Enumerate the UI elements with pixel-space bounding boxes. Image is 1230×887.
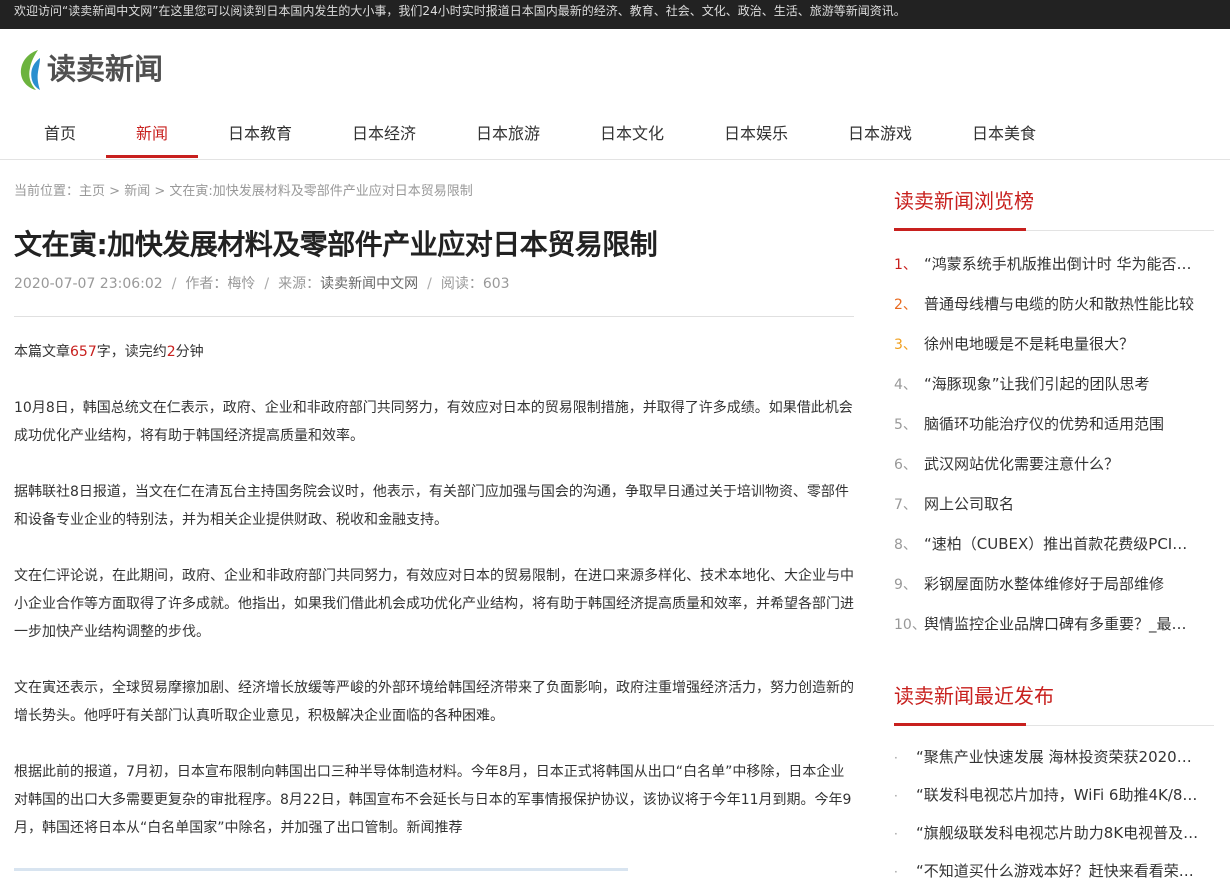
rank-number: 4、 <box>894 377 917 393</box>
read-minutes: 2 <box>166 344 176 360</box>
ranking-item[interactable]: 3、 徐州电地暖是不是耗电量很大？ <box>894 332 1214 356</box>
article-source[interactable]: 读卖新闻中文网 <box>320 276 418 292</box>
meta-separator: / <box>264 276 270 292</box>
stats-text: 分钟 <box>175 344 204 360</box>
bullet-icon: · <box>894 827 898 841</box>
article-paragraph: 据韩联社8日报道，当文在仁在清瓦台主持国务院会议时，他表示，有关部门应加强与国会… <box>14 484 849 528</box>
ranking-item-title[interactable]: 普通母线槽与电缆的防火和散热性能比较 <box>924 292 1214 316</box>
welcome-text: 欢迎访问“读卖新闻中文网”在这里您可以阅读到日本国内发生的大小事，我们24小时实… <box>14 4 906 18</box>
ranking-item[interactable]: 1、 “鸿蒙系统手机版推出倒计时 华为能否… <box>894 252 1214 276</box>
breadcrumb-home-link[interactable]: 主页 <box>79 184 105 199</box>
logo-leaf-icon <box>20 50 40 90</box>
welcome-bar: 欢迎访问“读卖新闻中文网”在这里您可以阅读到日本国内发生的大小事，我们24小时实… <box>0 0 1230 29</box>
recent-item-title[interactable]: “聚焦产业快速发展 海林投资荣获2020… <box>916 745 1212 769</box>
rank-number: 6、 <box>894 457 917 473</box>
breadcrumb-prefix: 当前位置： <box>14 184 80 199</box>
ranking-item-title[interactable]: 脑循环功能治疗仪的优势和适用范围 <box>924 412 1214 436</box>
article-paragraph: 文在仁评论说，在此期间，政府、企业和非政府部门共同努力，有效应对日本的贸易限制，… <box>14 568 854 640</box>
reading-stats: 本篇文章657字，读完约2分钟 <box>14 338 856 366</box>
ranking-item[interactable]: 5、 脑循环功能治疗仪的优势和适用范围 <box>894 412 1214 436</box>
bullet-icon: · <box>894 751 898 765</box>
nav-item-travel[interactable]: 日本旅游 <box>476 110 540 159</box>
recent-item-title[interactable]: “联发科电视芯片加持，WiFi 6助推4K/8… <box>916 783 1212 807</box>
rank-number: 5、 <box>894 417 917 433</box>
ranking-item-title[interactable]: “速柏（CUBEX）推出首款花费级PCI… <box>924 532 1214 556</box>
recent-item-title[interactable]: “旗舰级联发科电视芯片助力8K电视普及… <box>916 821 1212 845</box>
ranking-item-title[interactable]: 网上公司取名 <box>924 492 1214 516</box>
ranking-item[interactable]: 8、 “速柏（CUBEX）推出首款花费级PCI… <box>894 532 1214 556</box>
article-paragraph: 文在寅还表示，全球贸易摩擦加剧、经济增长放缓等严峻的外部环境给韩国经济带来了负面… <box>14 680 854 724</box>
recent-heading: 读卖新闻最近发布 <box>894 684 1054 708</box>
rank-number: 1、 <box>894 257 917 273</box>
breadcrumb-separator: > <box>150 184 170 199</box>
ranking-item[interactable]: 7、 网上公司取名 <box>894 492 1214 516</box>
recent-heading-accent <box>894 723 1026 726</box>
recent-item[interactable]: · “联发科电视芯片加持，WiFi 6助推4K/8… <box>894 783 1214 807</box>
recent-item[interactable]: · “不知道买什么游戏本好？赶快来看看荣… <box>894 859 1214 883</box>
logo-text: 读卖新闻 <box>47 52 164 86</box>
nav-item-economy[interactable]: 日本经济 <box>352 110 416 159</box>
article-body: 本篇文章657字，读完约2分钟 10月8日，韩国总统文在仁表示，政府、企业和非政… <box>14 338 856 870</box>
article-author: 作者：梅怜 <box>185 276 256 292</box>
rank-number: 10、 <box>894 617 926 633</box>
word-count: 657 <box>70 344 97 360</box>
ranking-item-title[interactable]: “鸿蒙系统手机版推出倒计时 华为能否… <box>924 252 1214 276</box>
bullet-icon: · <box>894 789 898 803</box>
article-source-label: 来源： <box>278 276 321 292</box>
recent-item-title[interactable]: “不知道买什么游戏本好？赶快来看看荣… <box>916 859 1212 883</box>
article-title: 文在寅:加快发展材料及零部件产业应对日本贸易限制 <box>14 228 658 261</box>
ranking-item[interactable]: 4、 “海豚现象”让我们引起的团队思考 <box>894 372 1214 396</box>
ranking-heading-accent <box>894 228 1026 231</box>
nav-item-home[interactable]: 首页 <box>44 110 76 159</box>
rank-number: 2、 <box>894 297 917 313</box>
breadcrumb-separator: > <box>105 184 125 199</box>
nav-item-news[interactable]: 新闻 <box>106 110 198 159</box>
article-date: 2020-07-07 23:06:02 <box>14 276 163 292</box>
rank-number: 8、 <box>894 537 917 553</box>
site-logo[interactable]: 读卖新闻 <box>18 48 168 92</box>
ranking-item-title[interactable]: 徐州电地暖是不是耗电量很大？ <box>924 332 1214 356</box>
nav-active-indicator <box>106 155 198 158</box>
breadcrumb-section-link[interactable]: 新闻 <box>124 184 150 199</box>
article-reads: 阅读：603 <box>440 276 510 292</box>
breadcrumb-current: 文在寅:加快发展材料及零部件产业应对日本贸易限制 <box>169 184 473 199</box>
main-nav: 首页 新闻 日本教育 日本经济 日本旅游 日本文化 日本娱乐 日本游戏 日本美食 <box>0 110 1230 160</box>
content-bottom-divider <box>14 868 628 871</box>
nav-item-games[interactable]: 日本游戏 <box>848 110 912 159</box>
nav-item-culture[interactable]: 日本文化 <box>600 110 664 159</box>
article-meta: 2020-07-07 23:06:02 / 作者：梅怜 / 来源：读卖新闻中文网 / 阅读：… <box>14 276 510 292</box>
article-paragraph: 根据此前的报道，7月初，日本宣布限制向韩国出口三种半导体制造材料。今年8月，日本… <box>14 764 852 836</box>
bullet-icon: · <box>894 865 898 879</box>
recent-item[interactable]: · “旗舰级联发科电视芯片助力8K电视普及… <box>894 821 1214 845</box>
stats-text: 字，读完约 <box>96 344 167 360</box>
article-divider <box>14 316 854 317</box>
ranking-item[interactable]: 2、 普通母线槽与电缆的防火和散热性能比较 <box>894 292 1214 316</box>
breadcrumb: 当前位置：主页 > 新闻 > 文在寅:加快发展材料及零部件产业应对日本贸易限制 <box>14 184 473 200</box>
ranking-item-title[interactable]: “海豚现象”让我们引起的团队思考 <box>924 372 1214 396</box>
recent-item[interactable]: · “聚焦产业快速发展 海林投资荣获2020… <box>894 745 1214 769</box>
article-paragraph: 10月8日，韩国总统文在仁表示，政府、企业和非政府部门共同努力，有效应对日本的贸… <box>14 400 853 444</box>
ranking-item-title[interactable]: 舆情监控企业品牌口碑有多重要？_最… <box>924 612 1214 636</box>
ranking-item[interactable]: 6、 武汉网站优化需要注意什么？ <box>894 452 1214 476</box>
rank-number: 7、 <box>894 497 917 513</box>
stats-text: 本篇文章 <box>14 344 70 360</box>
ranking-item[interactable]: 9、 彩钢屋面防水整体维修好于局部维修 <box>894 572 1214 596</box>
meta-separator: / <box>427 276 432 292</box>
nav-item-entertainment[interactable]: 日本娱乐 <box>724 110 788 159</box>
nav-item-education[interactable]: 日本教育 <box>228 110 292 159</box>
ranking-item[interactable]: 10、舆情监控企业品牌口碑有多重要？_最… <box>894 612 1214 636</box>
rank-number: 9、 <box>894 577 917 593</box>
nav-item-food[interactable]: 日本美食 <box>972 110 1036 159</box>
ranking-item-title[interactable]: 彩钢屋面防水整体维修好于局部维修 <box>924 572 1214 596</box>
ranking-heading: 读卖新闻浏览榜 <box>894 189 1034 213</box>
rank-number: 3、 <box>894 337 917 353</box>
ranking-item-title[interactable]: 武汉网站优化需要注意什么？ <box>924 452 1214 476</box>
meta-separator: / <box>171 276 177 292</box>
